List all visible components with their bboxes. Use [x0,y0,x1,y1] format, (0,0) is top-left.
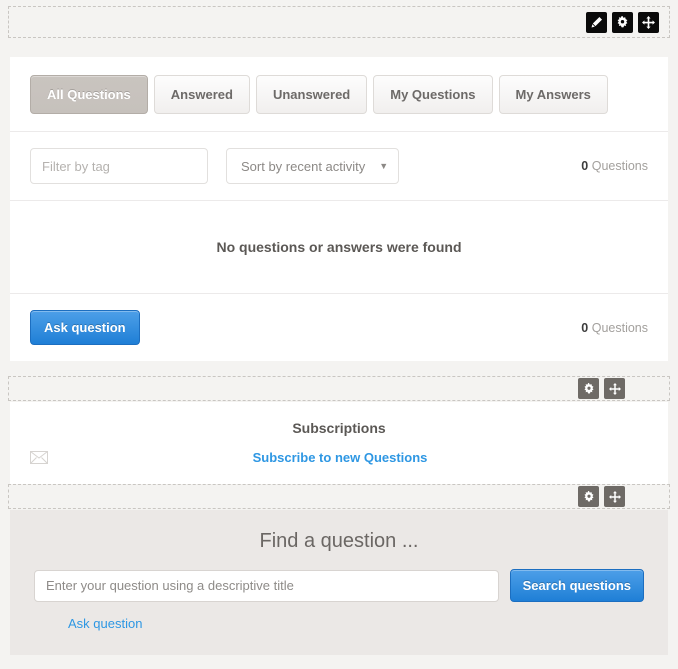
ask-question-button[interactable]: Ask question [30,310,140,345]
filter-row: Sort by recent activity ▼ 0 Questions [10,132,668,201]
chevron-down-icon: ▼ [379,161,389,171]
empty-state-message: No questions or answers were found [216,239,462,255]
ask-question-link[interactable]: Ask question [10,616,668,631]
admin-toolbar-top [8,6,670,38]
tab-my-questions[interactable]: My Questions [373,75,493,114]
empty-state: No questions or answers were found [10,201,668,294]
move-icon[interactable] [604,378,625,399]
tab-my-answers[interactable]: My Answers [498,75,608,114]
question-count-top-label: Questions [591,159,648,173]
edit-icon[interactable] [586,11,607,33]
question-count-bottom-number: 0 [581,320,589,335]
tab-all-questions[interactable]: All Questions [30,75,148,114]
question-count-bottom: 0 Questions [581,321,648,335]
gear-icon[interactable] [612,11,633,33]
admin-toolbar-middle [8,376,670,401]
tab-answered[interactable]: Answered [153,75,250,114]
sort-select-value: Sort by recent activity [241,158,366,174]
gear-icon[interactable] [578,486,599,507]
admin-toolbar-bottom [8,484,670,509]
questions-tabs: All Questions Answered Unanswered My Que… [10,57,668,132]
subscribe-link[interactable]: Subscribe to new Questions [253,450,428,465]
subscriptions-row: Subscribe to new Questions [10,450,668,465]
find-question-title: Find a question ... [259,530,419,552]
find-question-panel: Find a question ... Search questions Ask… [10,510,668,655]
questions-panel: All Questions Answered Unanswered My Que… [10,57,668,361]
subscriptions-title: Subscriptions [292,420,386,436]
sort-select[interactable]: Sort by recent activity ▼ [226,148,400,184]
tab-unanswered[interactable]: Unanswered [255,75,368,114]
gear-icon[interactable] [578,378,599,399]
question-count-bottom-label: Questions [591,320,648,335]
move-icon[interactable] [604,486,625,507]
tag-filter-input[interactable] [30,148,208,184]
move-icon[interactable] [638,11,659,33]
find-question-row: Search questions [10,569,668,602]
question-count-top-number: 0 [581,159,589,173]
subscriptions-panel: Subscriptions Subscribe to new Questions [10,402,668,484]
find-question-input[interactable] [34,569,499,602]
envelope-icon [30,451,48,464]
question-count-top: 0 Questions [581,159,648,173]
search-questions-button[interactable]: Search questions [509,569,644,602]
ask-row: Ask question 0 Questions [10,294,668,361]
